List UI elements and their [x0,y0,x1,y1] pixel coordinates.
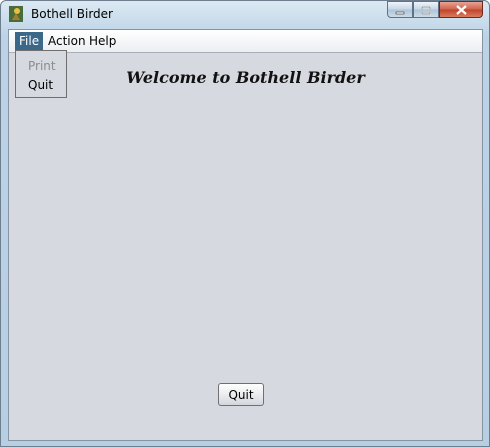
menu-file[interactable]: File [15,32,44,51]
quit-button[interactable]: Quit [218,383,264,406]
maximize-icon [421,0,431,19]
menu-help[interactable]: Help [85,32,120,51]
menu-bar: File Action Help [9,30,482,53]
minimize-button[interactable] [387,1,413,18]
maximize-button[interactable] [413,1,439,18]
menu-action[interactable]: Action [44,32,90,51]
window-controls [387,1,483,19]
title-bar[interactable]: Bothell Birder [1,1,489,28]
close-icon [455,0,467,19]
welcome-heading: Welcome to Bothell Birder [126,68,365,87]
minimize-icon [395,0,405,19]
window-title: Bothell Birder [31,7,113,21]
bird-app-icon [9,6,23,22]
app-window: Bothell Birder File Action Help Print Qu… [0,0,490,447]
content-panel: File Action Help Print Quit Welcome to B… [8,29,483,441]
close-button[interactable] [439,1,483,18]
